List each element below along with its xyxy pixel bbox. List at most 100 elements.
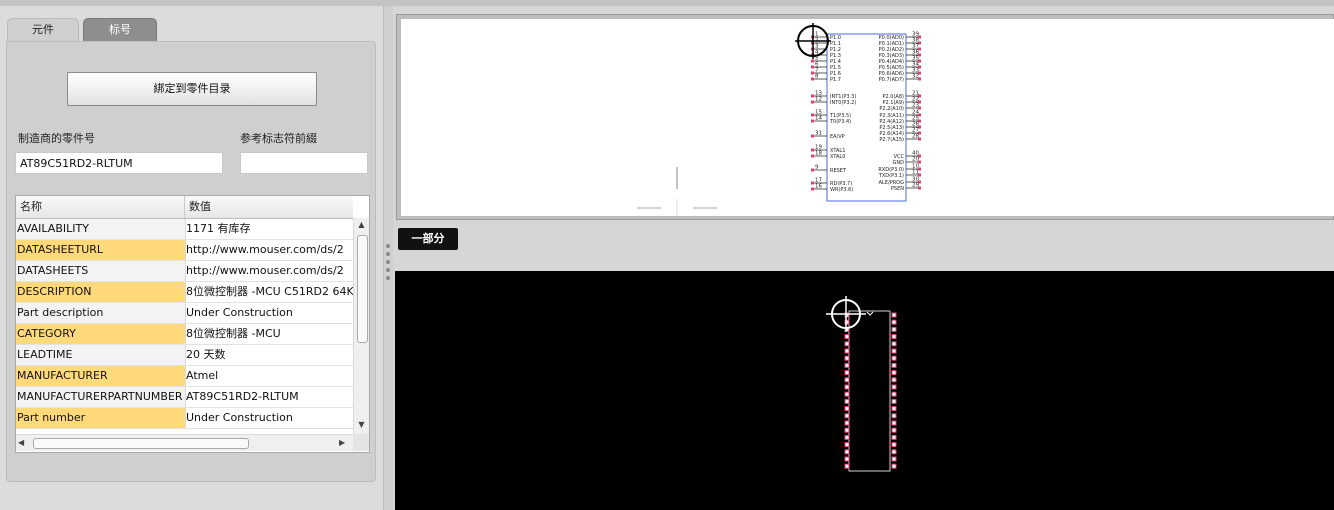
footprint-pad: [891, 442, 897, 448]
footprint-pad: [891, 348, 897, 354]
pin-marker: [811, 94, 814, 98]
part-tag-button[interactable]: 一部分: [398, 228, 458, 250]
property-value-cell[interactable]: 1171 有库存: [185, 219, 353, 240]
grip-dot: [386, 276, 390, 280]
footprint-pad: [844, 384, 850, 390]
footprint-pad: [891, 319, 897, 325]
column-header-name[interactable]: 名称: [16, 196, 185, 218]
footprint-pad: [891, 463, 897, 469]
property-name-cell[interactable]: MANUFACTURERPARTNUMBER: [16, 387, 186, 408]
pin-number: 29: [912, 183, 919, 189]
schematic-symbol-canvas[interactable]: 1P1.02P1.13P1.24P1.35P1.46P1.57P1.68P1.7…: [401, 19, 1334, 216]
tab-labels[interactable]: 标号: [83, 18, 157, 41]
table-row[interactable]: MANUFACTURERPARTNUMBER AT89C51RD2-RLTUM: [16, 387, 353, 408]
pin-label: P2.7(A15): [879, 137, 904, 143]
pin-number: 23: [912, 103, 919, 109]
property-value-cell[interactable]: AT89C51RD2-RLTUM: [185, 387, 353, 408]
property-value-cell[interactable]: http://www.mouser.com/ds/2: [185, 240, 353, 261]
pin-label: INT0(P3.2): [830, 100, 856, 106]
property-name-cell[interactable]: CATEGORY: [16, 324, 186, 345]
bind-to-catalog-button[interactable]: 綁定到零件目录: [67, 72, 317, 106]
vertical-scroll-thumb[interactable]: [357, 235, 368, 343]
property-name-cell[interactable]: Part number: [16, 408, 186, 429]
footprint-pads: [844, 312, 897, 469]
footprint-pad: [891, 456, 897, 462]
footprint-pad: [891, 406, 897, 412]
table-row[interactable]: DATASHEETS http://www.mouser.com/ds/2: [16, 261, 353, 282]
pin-marker: [811, 134, 814, 138]
footprint-pad: [844, 341, 850, 347]
pin-marker: [811, 65, 814, 69]
property-value-cell[interactable]: 20 天数: [185, 345, 353, 366]
properties-grid: 名称 数值 AVAILABILITY 1171 有库存 DATASHEETURL ht…: [15, 195, 370, 453]
footprint-svg: [826, 296, 897, 472]
property-value-cell[interactable]: Atmel: [185, 366, 353, 387]
property-value-cell[interactable]: 8位微控制器 -MCU C51RD2 64K: [185, 282, 353, 303]
pin-marker: [811, 154, 814, 158]
grip-dot: [386, 252, 390, 256]
table-row[interactable]: Part description Under Construction: [16, 303, 353, 324]
footprint-pad: [891, 370, 897, 376]
table-row[interactable]: LEADTIME 20 天数: [16, 345, 353, 366]
manufacturer-part-input[interactable]: AT89C51RD2-RLTUM: [15, 152, 223, 174]
pin-number: 31: [815, 131, 822, 137]
origin-crosshair: [637, 167, 717, 216]
table-row[interactable]: Part number Under Construction: [16, 408, 353, 429]
pin-marker: [811, 71, 814, 75]
property-name-cell[interactable]: DATASHEETS: [16, 261, 186, 282]
property-name-cell[interactable]: DESCRIPTION: [16, 282, 186, 303]
pin-label: WR(P3.6): [830, 187, 853, 193]
pin-label: P2.2(A10): [879, 106, 904, 112]
pin-number: 28: [912, 134, 919, 140]
pin-number: 16: [815, 184, 822, 190]
pin-label: EA/VP: [830, 134, 845, 140]
column-header-value[interactable]: 数值: [185, 196, 353, 218]
grip-dot: [386, 260, 390, 264]
footprint-pad: [844, 427, 850, 433]
table-row[interactable]: DATASHEETURL http://www.mouser.com/ds/2: [16, 240, 353, 261]
property-value-cell[interactable]: http://www.mouser.com/ds/2: [185, 261, 353, 282]
footprint-pad: [844, 456, 850, 462]
property-name-cell[interactable]: AVAILABILITY: [16, 219, 186, 240]
property-value-cell[interactable]: Under Construction: [185, 303, 353, 324]
reference-prefix-label: 参考标志符前綴: [240, 132, 317, 145]
property-value-cell[interactable]: 8位微控制器 -MCU: [185, 324, 353, 345]
vertical-scrollbar[interactable]: ▲ ▼: [353, 218, 369, 434]
footprint-pad: [844, 355, 850, 361]
pin-number: 32: [912, 74, 919, 80]
scrollbar-corner: [353, 434, 369, 451]
pin-number: 18: [815, 151, 822, 157]
horizontal-scrollbar[interactable]: ◀ ▶: [16, 434, 353, 451]
scroll-right-arrow-icon[interactable]: ▶: [339, 437, 349, 449]
scroll-left-arrow-icon[interactable]: ◀: [18, 437, 28, 449]
pin-label: PSEN: [891, 186, 904, 192]
table-row[interactable]: MANUFACTURER Atmel: [16, 366, 353, 387]
footprint-pad: [844, 449, 850, 455]
grid-header: 名称 数值: [16, 196, 353, 219]
table-row[interactable]: AVAILABILITY 1171 有库存: [16, 219, 353, 240]
grip-dot: [386, 244, 390, 248]
scroll-up-arrow-icon[interactable]: ▲: [354, 220, 369, 230]
footprint-cursor-icon: [826, 296, 866, 332]
pin-number: 8: [815, 74, 819, 80]
pin1-notch-icon: [866, 311, 874, 316]
scroll-down-arrow-icon[interactable]: ▼: [354, 420, 369, 430]
table-row[interactable]: DESCRIPTION 8位微控制器 -MCU C51RD2 64K: [16, 282, 353, 303]
pin-marker: [811, 113, 814, 117]
reference-prefix-input[interactable]: [240, 152, 368, 174]
tab-parts[interactable]: 元件: [7, 18, 79, 41]
footprint-pad: [891, 420, 897, 426]
manufacturer-part-label: 制造商的零件号: [18, 132, 95, 145]
horizontal-scroll-thumb[interactable]: [33, 438, 249, 449]
property-name-cell[interactable]: MANUFACTURER: [16, 366, 186, 387]
table-row[interactable]: CATEGORY 8位微控制器 -MCU: [16, 324, 353, 345]
pin-marker: [811, 100, 814, 104]
property-name-cell[interactable]: LEADTIME: [16, 345, 186, 366]
property-name-cell[interactable]: Part description: [16, 303, 186, 324]
pin-label: RESET: [830, 168, 847, 174]
property-name-cell[interactable]: DATASHEETURL: [16, 240, 186, 261]
pin-marker: [811, 119, 814, 123]
footprint-pad: [891, 341, 897, 347]
property-value-cell[interactable]: Under Construction: [185, 408, 353, 429]
footprint-canvas[interactable]: [395, 271, 1334, 510]
